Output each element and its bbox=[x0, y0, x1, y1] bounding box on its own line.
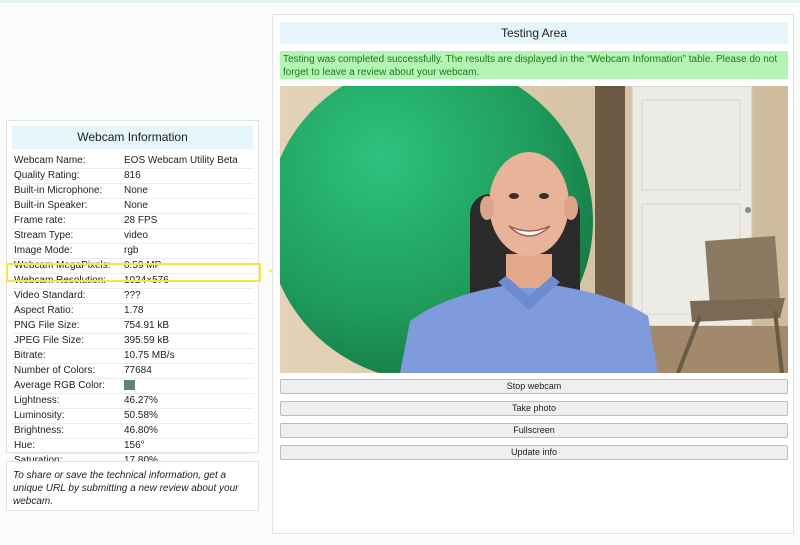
info-row-webcam-name: Webcam Name: EOS Webcam Utility Beta bbox=[12, 154, 254, 169]
info-value: 50.58% bbox=[124, 410, 158, 421]
webcam-video[interactable] bbox=[280, 86, 788, 373]
info-value: video bbox=[124, 230, 148, 241]
take-photo-button[interactable]: Take photo bbox=[280, 401, 788, 416]
info-label: Built-in Speaker: bbox=[14, 200, 88, 211]
info-label: PNG File Size: bbox=[14, 320, 80, 331]
info-value: ??? bbox=[124, 290, 141, 301]
info-row-microphone: Built-in Microphone: None bbox=[12, 184, 254, 199]
webcam-information-table: Webcam Name: EOS Webcam Utility Beta Qual… bbox=[12, 154, 254, 469]
stop-webcam-button[interactable]: Stop webcam bbox=[280, 379, 788, 394]
info-value: EOS Webcam Utility Beta bbox=[124, 155, 238, 166]
info-row-stream-type: Stream Type: video bbox=[12, 229, 254, 244]
info-label: Quality Rating: bbox=[14, 170, 80, 181]
info-label: Average RGB Color: bbox=[14, 380, 105, 391]
info-row-speaker: Built-in Speaker: None bbox=[12, 199, 254, 214]
info-label: JPEG File Size: bbox=[14, 335, 85, 346]
info-value: None bbox=[124, 185, 148, 196]
info-label: Built-in Microphone: bbox=[14, 185, 103, 196]
info-row-number-of-colors: Number of Colors: 77684 bbox=[12, 364, 254, 379]
info-value: 46.80% bbox=[124, 425, 158, 436]
info-value: 754.91 kB bbox=[124, 320, 170, 331]
info-label: Image Mode: bbox=[14, 245, 73, 256]
top-border bbox=[0, 0, 800, 3]
testing-area-panel: Testing Area Testing was completed succe… bbox=[272, 14, 794, 534]
success-message: Testing was completed successfully. The … bbox=[280, 51, 788, 79]
info-row-png-size: PNG File Size: 754.91 kB bbox=[12, 319, 254, 334]
info-row-aspect-ratio: Aspect Ratio: 1.78 bbox=[12, 304, 254, 319]
info-label: Video Standard: bbox=[14, 290, 86, 301]
info-value: 10.75 MB/s bbox=[124, 350, 175, 361]
info-value: 395.59 kB bbox=[124, 335, 170, 346]
info-row-image-mode: Image Mode: rgb bbox=[12, 244, 254, 259]
info-label: Bitrate: bbox=[14, 350, 46, 361]
info-label: Aspect Ratio: bbox=[14, 305, 74, 316]
info-row-average-rgb: Average RGB Color: bbox=[12, 379, 254, 394]
info-value: 77684 bbox=[124, 365, 152, 376]
info-value: 156° bbox=[124, 440, 145, 451]
average-color-swatch bbox=[124, 380, 135, 391]
info-row-video-standard: Video Standard:??? bbox=[12, 289, 254, 304]
info-label: Frame rate: bbox=[14, 215, 66, 226]
info-label: Lightness: bbox=[14, 395, 60, 406]
info-label: Luminosity: bbox=[14, 410, 65, 421]
info-row-frame-rate: Frame rate: 28 FPS bbox=[12, 214, 254, 229]
info-value: None bbox=[124, 200, 148, 211]
resolution-highlight-box bbox=[6, 263, 261, 282]
info-row-lightness: Lightness: 46.27% bbox=[12, 394, 254, 409]
info-row-luminosity: Luminosity: 50.58% bbox=[12, 409, 254, 424]
webcam-feed-image bbox=[280, 86, 788, 373]
info-value bbox=[124, 379, 254, 393]
info-value: 28 FPS bbox=[124, 215, 158, 226]
info-row-bitrate: Bitrate: 10.75 MB/s bbox=[12, 349, 254, 364]
webcam-information-title: Webcam Information bbox=[12, 126, 253, 149]
info-label: Hue: bbox=[14, 440, 36, 451]
info-label: Brightness: bbox=[14, 425, 65, 436]
info-value: 1.78 bbox=[124, 305, 144, 316]
info-row-quality-rating: Quality Rating: 816 bbox=[12, 169, 254, 184]
info-row-hue: Hue: 156° bbox=[12, 439, 254, 454]
testing-area-title: Testing Area bbox=[280, 22, 788, 44]
info-value: rgb bbox=[124, 245, 139, 256]
info-row-jpeg-size: JPEG File Size: 395.59 kB bbox=[12, 334, 254, 349]
info-label: Stream Type: bbox=[14, 230, 74, 241]
info-label: Webcam Name: bbox=[14, 155, 86, 166]
info-value: 46.27% bbox=[124, 395, 158, 406]
update-info-button[interactable]: Update info bbox=[280, 445, 788, 460]
info-value: 816 bbox=[124, 170, 141, 181]
webcam-information-panel: Webcam Information Webcam Name: EOS Webca… bbox=[6, 120, 259, 469]
fullscreen-button[interactable]: Fullscreen bbox=[280, 423, 788, 438]
info-label: Number of Colors: bbox=[14, 365, 96, 376]
info-row-brightness: Brightness: 46.80% bbox=[12, 424, 254, 439]
share-note: To share or save the technical informati… bbox=[6, 461, 259, 511]
